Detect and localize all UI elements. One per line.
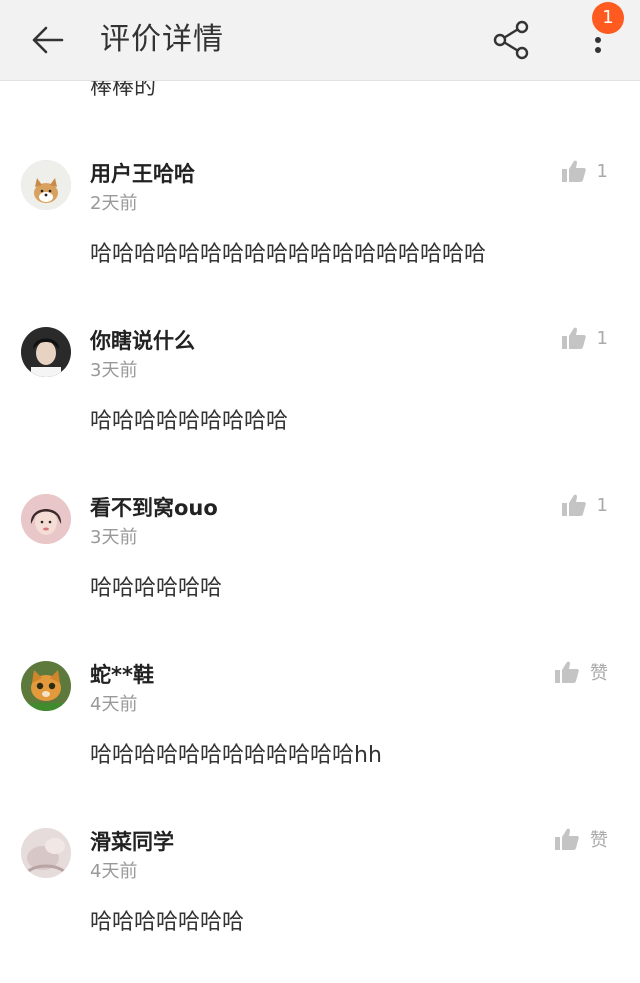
comment-text: 哈哈哈哈哈哈哈 xyxy=(90,910,245,935)
thumbs-up-icon xyxy=(555,828,579,850)
like-label: 赞 xyxy=(590,663,608,684)
comment-item: 蛇**鞋 4天前 哈哈哈哈哈哈哈哈哈哈哈哈hh 赞 xyxy=(0,656,640,816)
comment-time: 4天前 xyxy=(90,861,138,882)
page-title: 评价详情 xyxy=(100,22,224,57)
like-button[interactable]: 1 xyxy=(561,322,608,354)
share-button[interactable] xyxy=(490,18,534,62)
back-button[interactable] xyxy=(24,20,72,60)
comment-text: 哈哈哈哈哈哈哈哈哈哈哈哈hh xyxy=(90,743,382,768)
share-icon xyxy=(493,20,529,60)
comment-username: 蛇**鞋 xyxy=(90,663,154,687)
comment-item: 滑菜同学 4天前 哈哈哈哈哈哈哈 赞 xyxy=(0,823,640,983)
comment-username: 用户王哈哈 xyxy=(90,162,195,186)
comment-time: 3天前 xyxy=(90,527,138,548)
like-count: 1 xyxy=(596,160,608,182)
comment-text: 哈哈哈哈哈哈哈哈哈哈哈哈哈哈哈哈哈哈 xyxy=(90,242,487,267)
comment-username: 看不到窝ouo xyxy=(90,496,218,520)
like-button[interactable]: 1 xyxy=(561,489,608,521)
arrow-left-icon xyxy=(32,26,64,54)
comment-username: 你瞎说什么 xyxy=(90,329,195,353)
thumbs-up-icon xyxy=(555,661,579,683)
like-label: 赞 xyxy=(590,830,608,851)
girl-selfie-avatar[interactable] xyxy=(21,494,71,544)
comment-item: 看不到窝ouo 3天前 哈哈哈哈哈哈 1 xyxy=(0,489,640,649)
comment-time: 3天前 xyxy=(90,360,138,381)
top-bar: 评价详情 1 xyxy=(0,0,640,81)
like-button[interactable]: 赞 xyxy=(554,823,608,855)
thumbs-up-icon xyxy=(561,494,586,516)
like-button[interactable]: 赞 xyxy=(554,656,608,688)
comment-text: 哈哈哈哈哈哈哈哈哈 xyxy=(90,409,289,434)
like-count: 1 xyxy=(596,327,608,349)
notification-badge: 1 xyxy=(592,2,624,34)
like-count: 1 xyxy=(596,494,608,516)
comment-item: 你瞎说什么 3天前 哈哈哈哈哈哈哈哈哈 1 xyxy=(0,322,640,482)
dark-hair-person-avatar[interactable] xyxy=(21,327,71,377)
like-button[interactable]: 1 xyxy=(561,155,608,187)
orange-cat-avatar[interactable] xyxy=(21,661,71,711)
comment-time: 4天前 xyxy=(90,694,138,715)
shiba-dog-avatar[interactable] xyxy=(21,160,71,210)
comment-text: 哈哈哈哈哈哈 xyxy=(90,576,223,601)
pastel-photo-avatar[interactable] xyxy=(21,828,71,878)
thumbs-up-icon xyxy=(561,327,586,349)
comment-item: 用户王哈哈 2天前 哈哈哈哈哈哈哈哈哈哈哈哈哈哈哈哈哈哈 1 xyxy=(0,155,640,315)
thumbs-up-icon xyxy=(561,160,586,182)
comment-time: 2天前 xyxy=(90,193,138,214)
comment-username: 滑菜同学 xyxy=(90,830,174,854)
